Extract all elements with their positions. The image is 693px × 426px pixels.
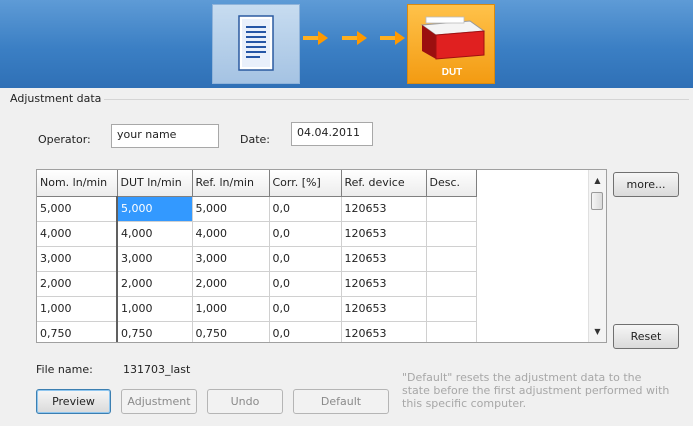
header-banner: DUT	[0, 0, 693, 88]
cell[interactable]: 5,000	[192, 196, 270, 222]
arrow-right-icon	[380, 31, 405, 45]
scroll-thumb[interactable]	[591, 192, 603, 210]
cell[interactable]	[426, 296, 477, 322]
adjustment-button[interactable]: Adjustment	[121, 389, 197, 414]
table-row[interactable]: 3,000 3,000 3,000 0,0 120653	[37, 246, 477, 272]
cell[interactable]: 0,750	[117, 321, 193, 342]
preview-button[interactable]: Preview	[36, 389, 111, 414]
vertical-scrollbar[interactable]: ▲ ▼	[588, 170, 606, 342]
column-header[interactable]: Ref. device	[341, 170, 427, 197]
undo-button[interactable]: Undo	[207, 389, 283, 414]
default-note: "Default" resets the adjustment data to …	[402, 371, 670, 410]
cell[interactable]: 0,750	[192, 321, 270, 342]
cell[interactable]: 120653	[341, 246, 427, 272]
cell[interactable]: 4,000	[117, 221, 193, 247]
cell[interactable]: 3,000	[117, 246, 193, 272]
cell[interactable]: 0,0	[269, 196, 342, 222]
cell[interactable]: 1,000	[192, 296, 270, 322]
dut-tile: DUT	[407, 4, 495, 84]
cell[interactable]	[426, 246, 477, 272]
table-row[interactable]: 2,000 2,000 2,000 0,0 120653	[37, 271, 477, 297]
cell[interactable]: 0,0	[269, 221, 342, 247]
dut-device-icon	[420, 16, 486, 60]
cell[interactable]: 120653	[341, 271, 427, 297]
cell[interactable]: 1,000	[117, 296, 193, 322]
cell[interactable]	[426, 321, 477, 342]
more-button[interactable]: more...	[613, 172, 679, 197]
cell[interactable]	[426, 221, 477, 247]
cell[interactable]: 2,000	[192, 271, 270, 297]
table-row[interactable]: 4,000 4,000 4,000 0,0 120653	[37, 221, 477, 247]
column-header[interactable]: Ref. ln/min	[192, 170, 270, 197]
cell[interactable]: 120653	[341, 296, 427, 322]
adjustment-table: Nom. ln/min DUT ln/min Ref. ln/min Corr.…	[37, 170, 477, 342]
date-input[interactable]: 04.04.2011	[291, 122, 373, 146]
table-row[interactable]: 5,000 5,000 5,000 0,0 120653	[37, 196, 477, 222]
cell[interactable]	[426, 271, 477, 297]
section-title: Adjustment data	[10, 92, 105, 105]
reset-button[interactable]: Reset	[613, 324, 679, 349]
scroll-down-icon[interactable]: ▼	[589, 323, 606, 340]
column-header[interactable]: Desc.	[426, 170, 477, 197]
cell[interactable]: 0,0	[269, 271, 342, 297]
table-row[interactable]: 0,750 0,750 0,750 0,0 120653	[37, 321, 477, 342]
cell[interactable]: 3,000	[37, 246, 118, 272]
file-name-value: 131703_last	[123, 363, 191, 376]
cell[interactable]: 4,000	[37, 221, 118, 247]
document-tile	[212, 4, 300, 84]
scroll-up-icon[interactable]: ▲	[589, 172, 606, 189]
cell[interactable]: 1,000	[37, 296, 118, 322]
operator-input[interactable]: your name	[111, 124, 219, 148]
table-row[interactable]: 1,000 1,000 1,000 0,0 120653	[37, 296, 477, 322]
cell[interactable]: 2,000	[37, 271, 118, 297]
dut-label: DUT	[441, 67, 463, 78]
file-name-label: File name:	[36, 363, 93, 376]
operator-label: Operator:	[38, 133, 91, 146]
cell[interactable]	[426, 196, 477, 222]
arrow-right-icon	[303, 31, 328, 45]
cell[interactable]: 3,000	[192, 246, 270, 272]
default-button[interactable]: Default	[293, 389, 389, 414]
column-header[interactable]: Corr. [%]	[269, 170, 342, 197]
cell[interactable]: 0,0	[269, 321, 342, 342]
cell[interactable]: 0,750	[37, 321, 118, 342]
cell[interactable]: 0,0	[269, 296, 342, 322]
arrow-right-icon	[342, 31, 367, 45]
cell-selected[interactable]: 5,000	[117, 196, 193, 222]
cell[interactable]: 4,000	[192, 221, 270, 247]
cell[interactable]: 120653	[341, 221, 427, 247]
column-header[interactable]: DUT ln/min	[117, 170, 193, 197]
cell[interactable]: 120653	[341, 321, 427, 342]
document-icon	[238, 15, 274, 71]
cell[interactable]: 120653	[341, 196, 427, 222]
section-divider	[10, 99, 689, 100]
column-header[interactable]: Nom. ln/min	[37, 170, 118, 197]
cell[interactable]: 5,000	[37, 196, 118, 222]
cell[interactable]: 2,000	[117, 271, 193, 297]
adjustment-grid[interactable]: Nom. ln/min DUT ln/min Ref. ln/min Corr.…	[36, 169, 607, 343]
cell[interactable]: 0,0	[269, 246, 342, 272]
table-header-row: Nom. ln/min DUT ln/min Ref. ln/min Corr.…	[37, 170, 477, 197]
date-label: Date:	[240, 133, 270, 146]
